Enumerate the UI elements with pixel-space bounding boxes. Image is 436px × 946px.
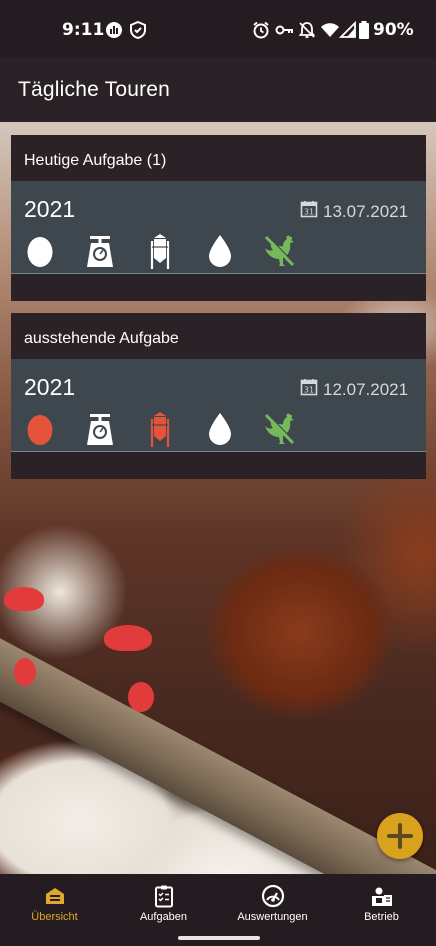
notifications-off-icon	[298, 22, 316, 38]
nav-label: Betrieb	[364, 911, 399, 923]
task-date: 12.07.2021	[323, 380, 409, 399]
task-year: 2021	[24, 374, 76, 400]
cell-signal-icon	[338, 20, 356, 38]
silo-icon	[145, 233, 175, 269]
wooden-perch	[0, 617, 436, 874]
task-row[interactable]: 2021 31 13.07.2021	[11, 181, 426, 274]
app-bar: Tägliche Touren	[0, 58, 436, 122]
nav-item-uebersicht[interactable]: Übersicht	[0, 874, 109, 934]
page-title: Tägliche Touren	[18, 78, 171, 101]
svg-text:31: 31	[304, 386, 314, 395]
add-button[interactable]	[377, 813, 423, 859]
card-title: ausstehende Aufgabe	[24, 330, 179, 347]
hen-comb	[4, 587, 44, 611]
battery-percent: 90%	[373, 20, 414, 40]
calendar-icon: 31	[300, 201, 318, 218]
task-year: 2021	[24, 196, 76, 222]
no-hen-icon	[261, 411, 297, 447]
plus-icon	[387, 823, 413, 849]
card-title: Heutige Aufgabe (1)	[24, 152, 167, 169]
home-indicator[interactable]	[178, 936, 260, 940]
status-bar: 9:11 90%	[0, 0, 436, 58]
card-header: Heutige Aufgabe (1)	[11, 135, 426, 181]
barn-icon	[45, 888, 64, 904]
calendar-icon: 31	[300, 379, 318, 396]
water-drop-icon	[205, 233, 235, 269]
scale-icon	[85, 233, 115, 269]
wifi-icon	[321, 23, 339, 37]
hen-wattle	[128, 682, 154, 712]
water-drop-icon	[205, 411, 235, 447]
hen-comb	[104, 625, 152, 651]
today-task-card: Heutige Aufgabe (1) 2021 31 13.07.2021	[11, 135, 426, 301]
gauge-icon	[261, 884, 284, 908]
hen-wattle	[14, 658, 36, 686]
shield-icon	[130, 20, 146, 40]
nav-label: Aufgaben	[139, 911, 188, 923]
nav-label: Auswertungen	[237, 911, 308, 923]
svg-text:31: 31	[304, 208, 314, 217]
silo-icon	[145, 411, 175, 447]
nav-item-auswertungen[interactable]: Auswertungen	[218, 874, 327, 934]
egg-icon	[25, 411, 55, 447]
alarm-icon	[253, 21, 269, 39]
pending-task-card: ausstehende Aufgabe 2021 31 12.07.2021	[11, 313, 426, 479]
nav-item-betrieb[interactable]: Betrieb	[327, 874, 436, 934]
task-date: 13.07.2021	[323, 202, 409, 221]
no-hen-icon	[261, 233, 297, 269]
status-time: 9:11	[62, 20, 105, 40]
key-icon	[275, 25, 293, 35]
nav-item-aufgaben[interactable]: Aufgaben	[109, 874, 218, 934]
card-header: ausstehende Aufgabe	[11, 313, 426, 359]
farmer-icon	[371, 887, 392, 906]
egg-icon	[25, 233, 55, 269]
clipboard-icon	[154, 885, 173, 908]
signal-app-icon	[106, 22, 122, 38]
scale-icon	[85, 411, 115, 447]
battery-icon	[359, 21, 369, 39]
nav-label: Übersicht	[31, 911, 78, 923]
task-row[interactable]: 2021 31 12.07.2021	[11, 359, 426, 452]
